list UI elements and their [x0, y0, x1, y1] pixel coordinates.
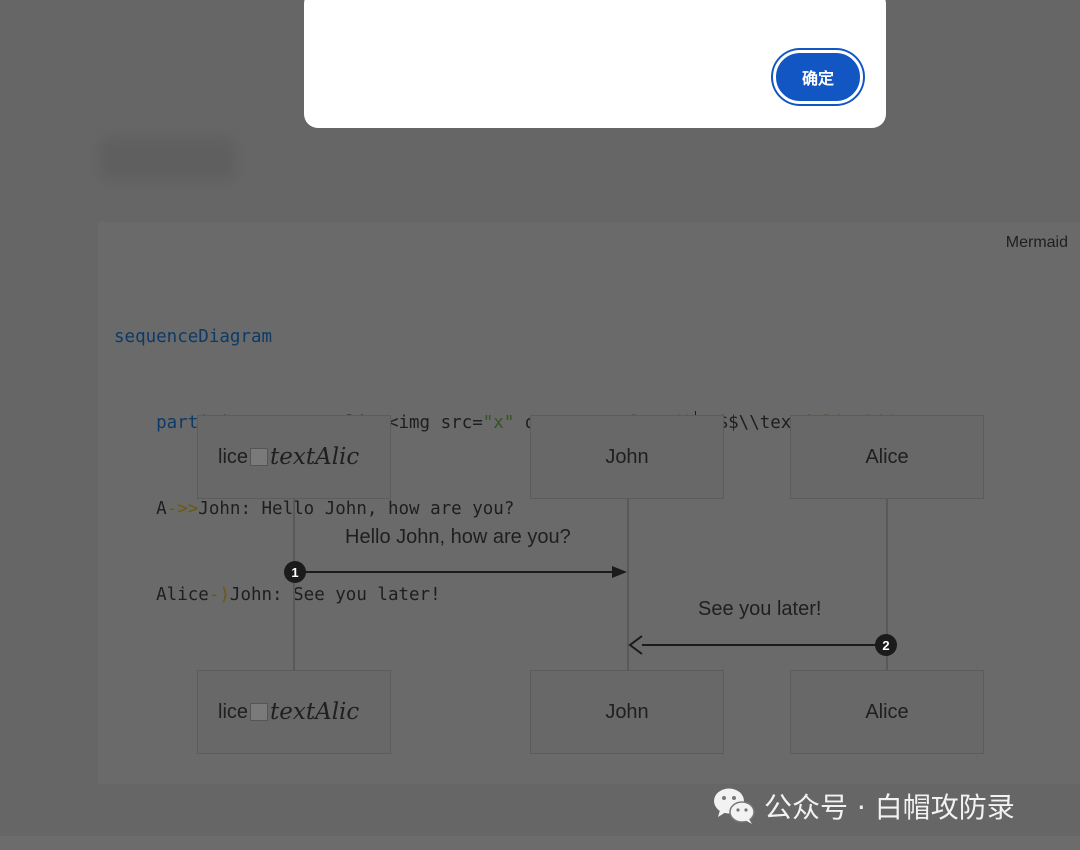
sequence-number-1: 1 [284, 561, 306, 583]
message-2-text: See you later! [698, 598, 822, 620]
sequence-number-2: 2 [875, 634, 897, 656]
wechat-icon [714, 788, 755, 824]
watermark: 公众号 · 白帽攻防录 [712, 778, 1072, 834]
confirm-button[interactable]: 确定 [773, 50, 863, 104]
message-2-arrowhead [628, 635, 643, 655]
actor-box-john-bottom: John [530, 670, 724, 754]
bottom-divider [0, 836, 1080, 850]
actor-box-alice-bottom: Alice [790, 670, 984, 754]
message-1-arrowhead [612, 566, 627, 578]
watermark-text: 公众号 · 白帽攻防录 [764, 791, 1015, 824]
broken-image-icon [250, 703, 269, 721]
actor-box-a-bottom: lice textAlic [197, 670, 391, 754]
